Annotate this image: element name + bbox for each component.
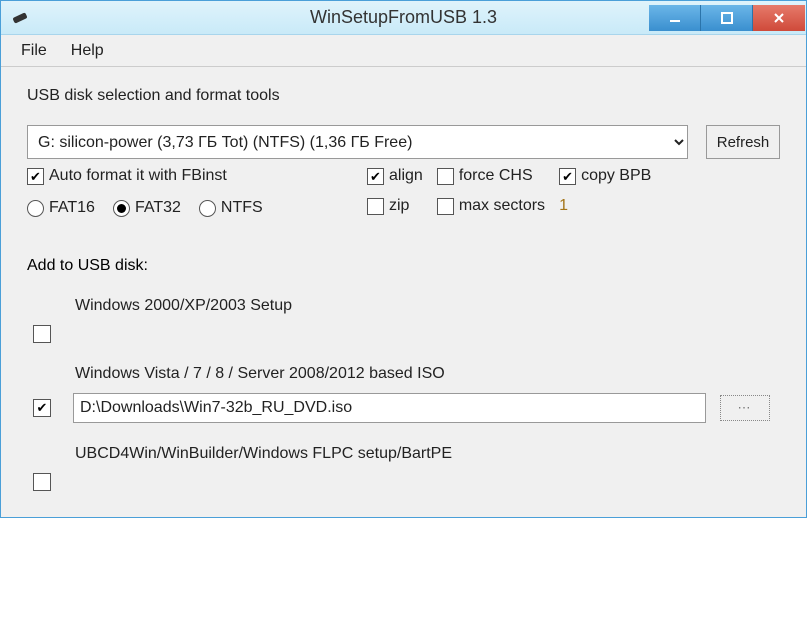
checkbox-zip[interactable]: zip xyxy=(367,197,423,215)
checkbox-icon xyxy=(367,198,384,215)
entry-vista-path-input[interactable] xyxy=(73,393,706,423)
radio-icon xyxy=(199,200,216,217)
checkbox-copy-bpb[interactable]: copy BPB xyxy=(559,167,651,185)
checkbox-icon xyxy=(27,168,44,185)
radio-ntfs[interactable]: NTFS xyxy=(199,199,263,217)
close-button[interactable] xyxy=(753,5,805,31)
max-sectors-value: 1 xyxy=(559,197,651,215)
entry-xp-checkbox[interactable] xyxy=(33,325,51,343)
radio-icon xyxy=(113,200,130,217)
menubar: File Help xyxy=(1,35,806,67)
minimize-button[interactable] xyxy=(649,5,701,31)
checkbox-max-sectors[interactable]: max sectors xyxy=(437,197,545,215)
radio-fat32[interactable]: FAT32 xyxy=(113,199,181,217)
radio-icon xyxy=(27,200,44,217)
auto-format-checkbox[interactable]: Auto format it with FBinst xyxy=(27,167,227,185)
radio-fat16[interactable]: FAT16 xyxy=(27,199,95,217)
checkbox-icon xyxy=(367,168,384,185)
checkbox-icon xyxy=(437,198,454,215)
menu-help[interactable]: Help xyxy=(59,38,116,64)
maximize-button[interactable] xyxy=(701,5,753,31)
ellipsis-icon: ⋯ xyxy=(738,400,753,416)
checkbox-force-chs[interactable]: force CHS xyxy=(437,167,545,185)
auto-format-label: Auto format it with FBinst xyxy=(49,167,227,185)
checkbox-icon xyxy=(559,168,576,185)
disk-select[interactable]: G: silicon-power (3,73 ГБ Tot) (NTFS) (1… xyxy=(27,125,688,159)
checkbox-icon xyxy=(437,168,454,185)
titlebar: WinSetupFromUSB 1.3 xyxy=(1,1,806,35)
refresh-button[interactable]: Refresh xyxy=(706,125,780,159)
entry-ubcd-label: UBCD4Win/WinBuilder/Windows FLPC setup/B… xyxy=(75,445,780,463)
disk-section-label: USB disk selection and format tools xyxy=(27,87,780,105)
entry-vista-browse-button[interactable]: ⋯ xyxy=(720,395,770,421)
entry-vista-label: Windows Vista / 7 / 8 / Server 2008/2012… xyxy=(75,365,780,383)
add-section-header: Add to USB disk: xyxy=(27,257,780,275)
entry-vista-checkbox[interactable] xyxy=(33,399,51,417)
menu-file[interactable]: File xyxy=(9,38,59,64)
entry-xp-label: Windows 2000/XP/2003 Setup xyxy=(75,297,780,315)
app-icon xyxy=(7,5,33,31)
checkbox-align[interactable]: align xyxy=(367,167,423,185)
entry-ubcd-checkbox[interactable] xyxy=(33,473,51,491)
